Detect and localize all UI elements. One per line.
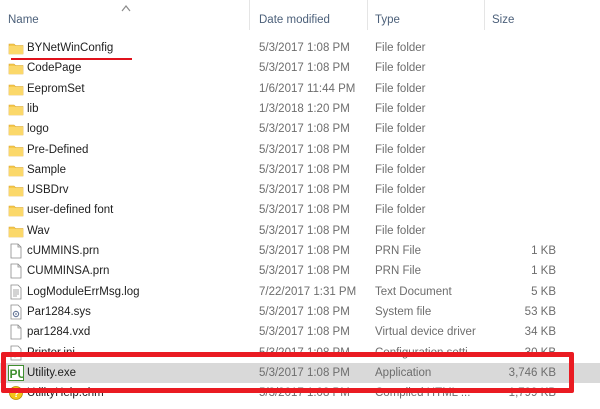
file-type: Text Document (375, 285, 452, 298)
column-header-bar: Name Date modified Type Size (0, 0, 600, 30)
column-header-date[interactable]: Date modified (259, 0, 330, 30)
file-type: File folder (375, 42, 426, 54)
file-list: Name Date modified Type Size BYNetWinCon… (0, 0, 600, 409)
file-date: 5/3/2017 1:08 PM (259, 163, 350, 176)
file-size: 5 KB (531, 285, 556, 298)
file-row[interactable]: Pre-Defined 5/3/2017 1:08 PM File folder (0, 140, 600, 160)
file-type: System file (375, 305, 432, 318)
text-file-icon (10, 284, 22, 299)
file-date: 5/3/2017 1:08 PM (259, 265, 350, 278)
file-date: 5/3/2017 1:08 PM (259, 305, 350, 318)
file-date: 7/22/2017 1:31 PM (259, 285, 357, 298)
file-type: File folder (375, 102, 426, 115)
folder-icon (8, 84, 24, 95)
file-type: File folder (375, 143, 426, 156)
column-divider[interactable] (367, 0, 368, 30)
file-row[interactable]: LogModuleErrMsg.log 7/22/2017 1:31 PM Text… (0, 282, 600, 302)
folder-icon (8, 226, 24, 237)
file-size: 34 KB (524, 326, 556, 339)
file-name: lib (27, 102, 39, 115)
file-name: cUMMINS.prn (27, 245, 100, 257)
file-icon (10, 243, 22, 259)
folder-icon (8, 145, 24, 156)
file-icon (10, 324, 22, 340)
file-row[interactable]: logo 5/3/2017 1:08 PM File folder (0, 119, 600, 139)
system-file-icon (10, 304, 22, 320)
file-date: 1/3/2018 1:20 PM (259, 102, 350, 115)
sort-ascending-icon[interactable] (121, 4, 131, 12)
file-date: 5/3/2017 1:08 PM (259, 123, 350, 136)
file-date: 5/3/2017 1:08 PM (259, 184, 350, 197)
file-size: 53 KB (524, 305, 556, 318)
file-name: Pre-Defined (27, 143, 89, 156)
column-header-size[interactable]: Size (492, 0, 514, 30)
file-date: 5/3/2017 1:08 PM (259, 204, 350, 217)
file-name: CUMMINSA.prn (27, 265, 110, 278)
annotation-underline (11, 58, 132, 60)
file-row[interactable]: BYNetWinConfig 5/3/2017 1:08 PM File folde… (0, 38, 600, 58)
file-date: 1/6/2017 11:44 PM (259, 82, 356, 95)
file-type: File folder (375, 224, 426, 237)
column-header-type[interactable]: Type (375, 0, 400, 30)
file-name: Sample (27, 163, 66, 176)
file-row[interactable]: Wav 5/3/2017 1:08 PM File folder (0, 221, 600, 241)
file-name: USBDrv (27, 184, 69, 197)
folder-icon (8, 185, 24, 197)
file-row[interactable]: Sample 5/3/2017 1:08 PM File folder (0, 160, 600, 180)
file-name: Par1284.sys (27, 305, 91, 318)
folder-icon (8, 206, 24, 217)
file-date: 5/3/2017 1:08 PM (259, 245, 350, 257)
file-name: CodePage (27, 62, 82, 75)
folder-icon (8, 63, 24, 75)
file-type: PRN File (375, 245, 422, 257)
file-size: 1 KB (531, 265, 556, 278)
file-type: File folder (375, 204, 426, 217)
file-row[interactable]: USBDrv 5/3/2017 1:08 PM File folder (0, 180, 600, 200)
folder-icon (8, 43, 24, 55)
file-date: 5/3/2017 1:08 PM (259, 62, 350, 75)
file-name: par1284.vxd (27, 326, 91, 339)
file-row[interactable]: EepromSet 1/6/2017 11:44 PM File folder (0, 79, 600, 99)
file-date: 5/3/2017 1:08 PM (259, 326, 350, 339)
file-icon (10, 263, 22, 279)
file-type: File folder (375, 163, 426, 176)
file-name: LogModuleErrMsg.log (27, 285, 140, 298)
file-size: 1 KB (531, 245, 556, 257)
file-type: PRN File (375, 265, 422, 278)
file-name: Wav (27, 224, 50, 237)
folder-icon (8, 124, 24, 136)
folder-icon (8, 104, 24, 116)
file-name: EepromSet (27, 82, 85, 95)
file-date: 5/3/2017 1:08 PM (259, 42, 350, 54)
column-header-name[interactable]: Name (8, 0, 39, 30)
file-type: File folder (375, 184, 426, 197)
file-type: File folder (375, 123, 426, 136)
annotation-highlight-box (1, 352, 574, 393)
file-date: 5/3/2017 1:08 PM (259, 224, 350, 237)
file-type: Virtual device driver (375, 326, 476, 339)
folder-icon (8, 165, 24, 177)
file-row[interactable]: CodePage 5/3/2017 1:08 PM File folder (0, 58, 600, 78)
file-row[interactable]: user-defined font 5/3/2017 1:08 PM File fo… (0, 200, 600, 220)
file-row[interactable]: Par1284.sys 5/3/2017 1:08 PM System file 53… (0, 302, 600, 322)
file-date: 5/3/2017 1:08 PM (259, 143, 350, 156)
file-type: File folder (375, 62, 426, 75)
file-row[interactable]: lib 1/3/2018 1:20 PM File folder (0, 99, 600, 119)
file-name: logo (27, 123, 49, 136)
file-name: user-defined font (27, 204, 114, 217)
file-type: File folder (375, 82, 426, 95)
file-name: BYNetWinConfig (27, 42, 114, 54)
file-row[interactable]: CUMMINSA.prn 5/3/2017 1:08 PM PRN File 1 KB (0, 261, 600, 281)
column-divider[interactable] (249, 0, 250, 30)
column-divider[interactable] (484, 0, 485, 30)
file-row[interactable]: par1284.vxd 5/3/2017 1:08 PM Virtual devic… (0, 322, 600, 342)
file-row[interactable]: cUMMINS.prn 5/3/2017 1:08 PM PRN File 1 KB (0, 241, 600, 261)
